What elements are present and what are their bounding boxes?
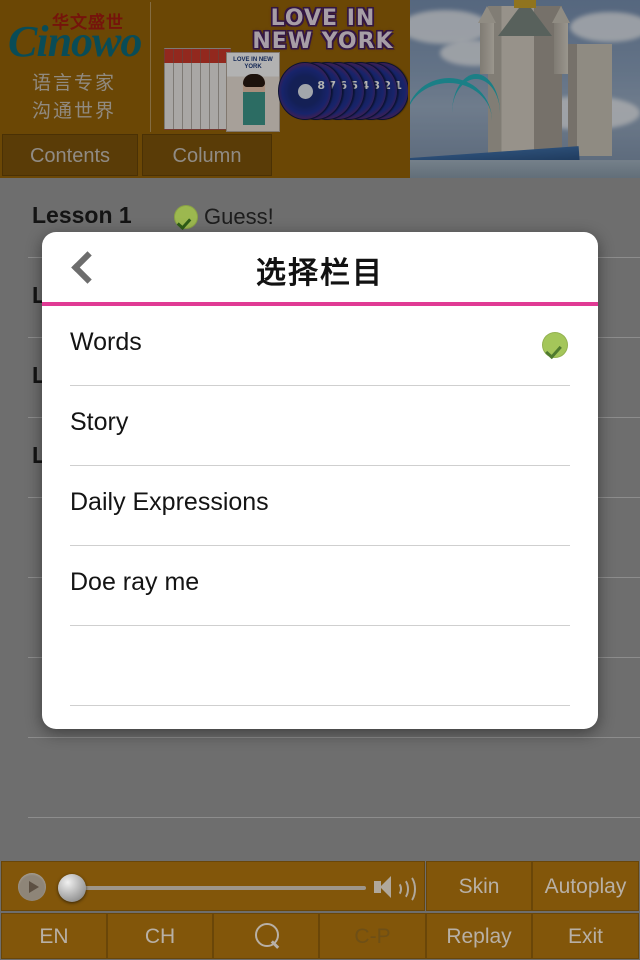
option-label: Story: [70, 408, 129, 436]
audio-player: [1, 861, 425, 911]
cp-button[interactable]: C-P: [319, 913, 426, 959]
list-item[interactable]: Story: [70, 386, 570, 466]
option-separator: [70, 705, 570, 706]
list-item[interactable]: Words: [70, 306, 570, 386]
bottom-toolbar: Skin Autoplay EN CH C-P Replay Exit: [0, 860, 640, 960]
dialog-header: 选择栏目: [42, 232, 598, 302]
dialog-title: 选择栏目: [256, 257, 384, 290]
progress-slider-thumb[interactable]: [58, 874, 86, 902]
lang-ch-button[interactable]: CH: [107, 913, 213, 959]
selected-check-icon: [542, 332, 568, 358]
brand-tagline-2: 沟通世界: [32, 101, 117, 122]
lang-en-button[interactable]: EN: [1, 913, 107, 959]
list-item[interactable]: Doe ray me: [70, 546, 570, 626]
option-label: Words: [70, 328, 142, 356]
option-label: Doe ray me: [70, 568, 200, 596]
select-column-dialog: 选择栏目 Words Story Daily Expressions Doe r…: [42, 232, 598, 729]
brand-logo: Cinowo 华文盛世 语言专家 沟通世界: [0, 0, 150, 135]
banner-discs: 8 7 6 5 4 3 2 1: [278, 62, 408, 124]
row-separator: [28, 817, 640, 818]
course-banner: LOVE IN NEW YORK LOVE IN NEW YORK 8 7 6: [150, 0, 408, 135]
lesson-label: Lesson 1: [32, 202, 132, 228]
search-button[interactable]: [213, 913, 319, 959]
tab-contents[interactable]: Contents: [2, 134, 138, 176]
option-label: Daily Expressions: [70, 488, 269, 516]
lesson-check-icon: [174, 205, 198, 229]
volume-icon[interactable]: [374, 874, 416, 904]
dialog-option-list: Words Story Daily Expressions Doe ray me: [42, 306, 598, 729]
brand-tagline-1: 语言专家: [32, 73, 117, 94]
list-item[interactable]: Daily Expressions: [70, 466, 570, 546]
book-cover-title: LOVE IN NEW YORK: [233, 57, 273, 70]
play-icon[interactable]: [18, 873, 46, 901]
banner-books: LOVE IN NEW YORK: [164, 42, 282, 132]
replay-button[interactable]: Replay: [426, 913, 532, 959]
progress-slider-track[interactable]: [76, 886, 366, 890]
search-icon: [255, 923, 279, 947]
brand-chinese-name: 华文盛世: [52, 13, 124, 32]
table-row[interactable]: [0, 738, 640, 818]
app-root: Cinowo 华文盛世 语言专家 沟通世界 LOVE IN NEW YORK L…: [0, 0, 640, 960]
tab-column[interactable]: Column: [142, 134, 272, 176]
tab-bar: Contents Column: [0, 134, 640, 178]
lesson-extra-label: Guess!: [204, 204, 274, 229]
toolbar-row-player: Skin Autoplay: [0, 860, 640, 912]
exit-button[interactable]: Exit: [532, 913, 639, 959]
toolbar-row-actions: EN CH C-P Replay Exit: [0, 912, 640, 960]
banner-book-cover: LOVE IN NEW YORK: [226, 52, 280, 132]
skin-button[interactable]: Skin: [426, 861, 532, 911]
list-item-empty: [70, 626, 570, 706]
autoplay-button[interactable]: Autoplay: [532, 861, 639, 911]
